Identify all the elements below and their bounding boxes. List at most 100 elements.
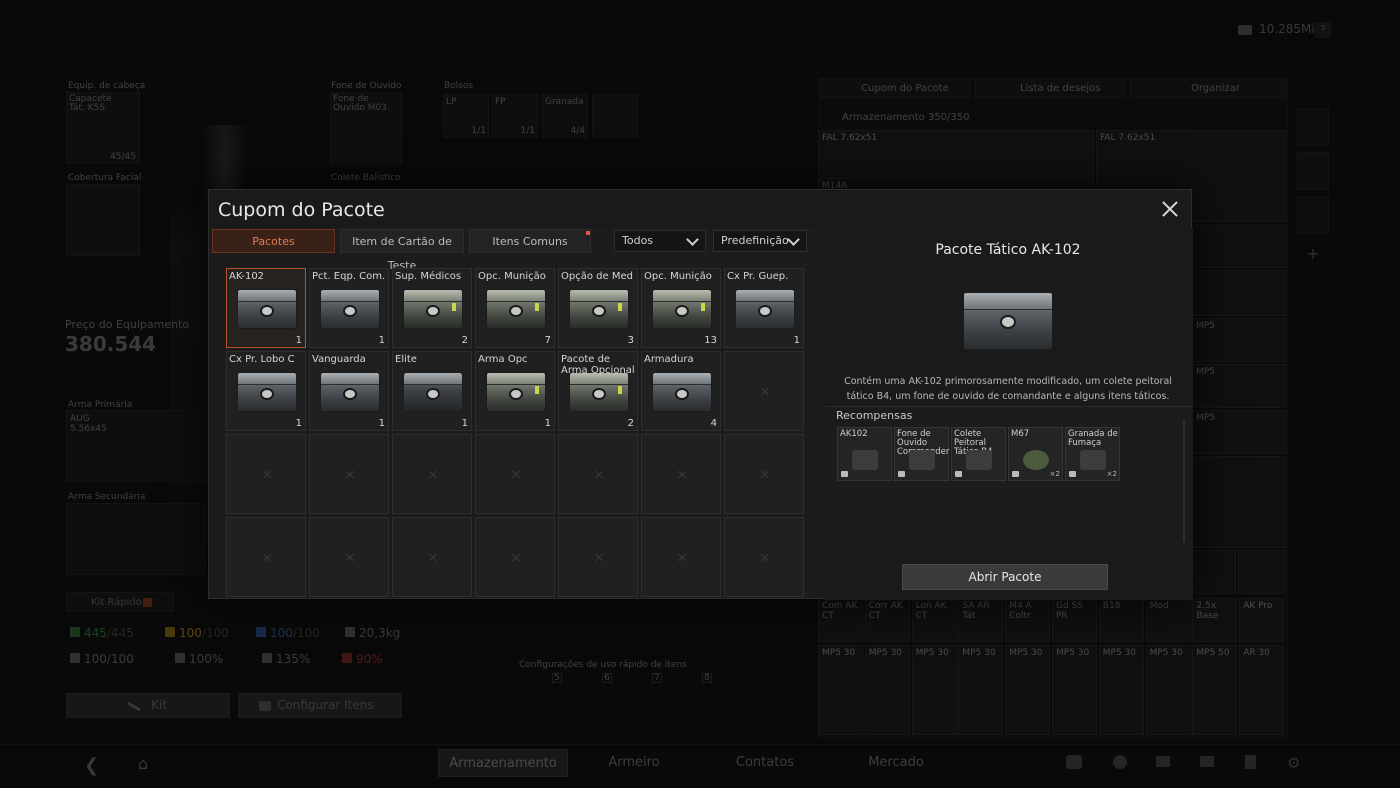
package-name: Armadura	[644, 354, 694, 365]
reward-qty: ×2	[1106, 470, 1117, 478]
reward-item[interactable]: AK102	[837, 427, 892, 481]
new-indicator-dot	[586, 231, 590, 235]
package-grid: AK-102 1 Pct. Eqp. Com. 1 Sup. Médicos 2 Opc. …	[226, 268, 806, 598]
rewards-label: Recompensas	[836, 409, 913, 422]
package-cell[interactable]: Elite 1	[392, 351, 472, 431]
empty-package-slot	[724, 351, 804, 431]
reward-item[interactable]: M67 ×2	[1008, 427, 1063, 481]
package-box-icon	[486, 372, 546, 412]
package-qty: 2	[461, 335, 468, 346]
rewards-scrollbar[interactable]	[1183, 420, 1185, 542]
package-box-icon	[652, 372, 712, 412]
package-name: Pct. Eqp. Com.	[312, 271, 386, 282]
reward-item[interactable]: Colete Peitoral Tático B4	[951, 427, 1006, 481]
package-description: Contém uma AK-102 primorosamente modific…	[844, 376, 1172, 402]
empty-package-slot	[475, 434, 555, 514]
chevron-down-icon	[787, 233, 800, 246]
package-cell[interactable]: Armadura 4	[641, 351, 721, 431]
package-box-image	[963, 292, 1053, 350]
package-qty: 1	[295, 335, 302, 346]
package-small-icon	[1069, 471, 1076, 477]
tab-common-items[interactable]: Itens Comuns	[469, 229, 591, 253]
package-qty: 1	[378, 418, 385, 429]
package-cell[interactable]: Sup. Médicos 2	[392, 268, 472, 348]
empty-package-slot	[724, 434, 804, 514]
package-box-icon	[652, 289, 712, 329]
package-detail-title: Pacote Tático AK-102	[935, 242, 1081, 258]
package-name: Vanguarda	[312, 354, 366, 365]
package-qty: 1	[544, 418, 551, 429]
package-qty: 1	[378, 335, 385, 346]
empty-package-slot	[558, 434, 638, 514]
reward-item-image	[1023, 450, 1049, 470]
package-cell[interactable]: Opc. Munição 13	[641, 268, 721, 348]
package-box-icon	[320, 289, 380, 329]
empty-package-slot	[226, 434, 306, 514]
empty-package-slot	[724, 517, 804, 597]
package-name: AK-102	[229, 271, 265, 282]
package-name: Opc. Munição	[478, 271, 546, 282]
reward-name: Granada de Fumaça	[1068, 429, 1118, 448]
empty-package-slot	[392, 517, 472, 597]
package-cell[interactable]: Pct. Eqp. Com. 1	[309, 268, 389, 348]
package-name: Sup. Médicos	[395, 271, 462, 282]
package-qty: 1	[295, 418, 302, 429]
tab-test-card-items[interactable]: Item de Cartão de Teste	[340, 229, 464, 272]
reward-name: M67	[1011, 429, 1030, 439]
empty-package-slot	[641, 517, 721, 597]
preset-dropdown[interactable]: Predefinição	[713, 230, 807, 252]
package-cell[interactable]: Opc. Munição 7	[475, 268, 555, 348]
package-name: Opc. Munição	[644, 271, 712, 282]
dialog-title: Cupom do Pacote	[218, 199, 385, 221]
package-qty: 1	[461, 418, 468, 429]
reward-item-image	[852, 450, 878, 470]
package-cell[interactable]: Cx Pr. Lobo C 1	[226, 351, 306, 431]
reward-qty: ×2	[1049, 470, 1060, 478]
package-name: Cx Pr. Guep.	[727, 271, 789, 282]
reward-item-image	[966, 450, 992, 470]
filter-dropdown[interactable]: Todos	[614, 230, 706, 252]
empty-package-slot	[392, 434, 472, 514]
open-package-button[interactable]: Abrir Pacote	[902, 564, 1108, 590]
package-qty: 3	[627, 335, 634, 346]
empty-package-slot	[641, 434, 721, 514]
package-cell[interactable]: Arma Opc 1	[475, 351, 555, 431]
package-qty: 13	[704, 335, 717, 346]
empty-package-slot	[226, 517, 306, 597]
package-cell[interactable]: AK-102 1	[226, 268, 306, 348]
package-box-icon	[237, 372, 297, 412]
package-cell[interactable]: Opção de Med 3	[558, 268, 638, 348]
package-box-icon	[403, 372, 463, 412]
empty-package-slot	[475, 517, 555, 597]
package-cell[interactable]: Cx Pr. Guep. 1	[724, 268, 804, 348]
dialog-header: Cupom do Pacote	[209, 190, 1191, 228]
package-box-icon	[320, 372, 380, 412]
package-box-icon	[403, 289, 463, 329]
package-cell[interactable]: Pacote de Arma Opcional 2	[558, 351, 638, 431]
package-small-icon	[955, 471, 962, 477]
package-cell[interactable]: Vanguarda 1	[309, 351, 389, 431]
package-box-icon	[735, 289, 795, 329]
package-small-icon	[841, 471, 848, 477]
reward-item-image	[1080, 450, 1106, 470]
tab-packages[interactable]: Pacotes	[212, 229, 335, 253]
package-name: Elite	[395, 354, 417, 365]
package-small-icon	[1012, 471, 1019, 477]
chevron-down-icon	[686, 233, 699, 246]
package-box-icon	[237, 289, 297, 329]
empty-package-slot	[558, 517, 638, 597]
package-coupon-dialog: Cupom do Pacote Pacotes Item de Cartão d…	[208, 189, 1193, 600]
package-box-icon	[569, 289, 629, 329]
package-qty: 4	[710, 418, 717, 429]
reward-item-image	[909, 450, 935, 470]
reward-item[interactable]: Granada de Fumaça ×2	[1065, 427, 1120, 481]
package-box-icon	[486, 289, 546, 329]
package-name: Arma Opc	[478, 354, 528, 365]
package-name: Pacote de Arma Opcional	[561, 354, 635, 376]
package-name: Opção de Med	[561, 271, 633, 282]
reward-item[interactable]: Fone de Ouvido Commander	[894, 427, 949, 481]
reward-name: AK102	[840, 429, 868, 439]
empty-package-slot	[309, 517, 389, 597]
close-icon[interactable]	[1159, 198, 1181, 220]
package-small-icon	[898, 471, 905, 477]
